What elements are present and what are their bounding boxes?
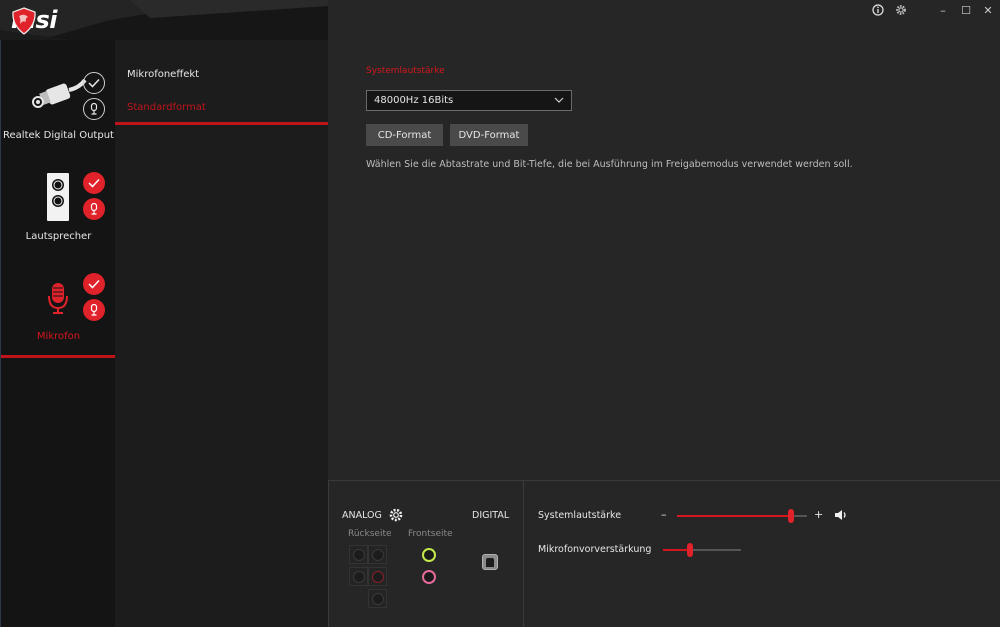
rear-jack[interactable] bbox=[368, 545, 387, 564]
device-mikrofon[interactable]: Mikrofon bbox=[1, 265, 116, 355]
rear-jack-mic-in[interactable] bbox=[368, 567, 387, 586]
submenu-item-mikrofoneffekt[interactable]: Mikrofoneffekt bbox=[127, 69, 199, 80]
msi-logo: msi bbox=[11, 7, 58, 35]
info-button[interactable] bbox=[870, 2, 886, 18]
system-volume-label: Systemlautstärke bbox=[538, 510, 622, 521]
active-submenu-indicator bbox=[115, 122, 328, 125]
default-communication-mic-button[interactable] bbox=[83, 198, 105, 220]
jack-port-icon bbox=[371, 592, 384, 605]
format-description: Wählen Sie die Abtastrate und Bit-Tiefe,… bbox=[366, 159, 853, 170]
check-icon bbox=[88, 279, 100, 289]
device-label: Realtek Digital Output bbox=[3, 130, 114, 141]
front-headphone-jack[interactable] bbox=[422, 548, 436, 562]
mic-boost-label: Mikrofonvorverstärkung bbox=[538, 544, 652, 555]
device-label: Mikrofon bbox=[36, 331, 81, 342]
active-device-indicator bbox=[1, 355, 116, 358]
submenu-panel: Mikrofoneffekt Standardformat bbox=[115, 0, 328, 627]
speaker-icon bbox=[47, 173, 69, 221]
format-select[interactable]: 48000Hz 16Bits bbox=[366, 90, 572, 111]
default-communication-mic-button[interactable] bbox=[83, 98, 105, 120]
slider-fill bbox=[677, 515, 792, 517]
info-icon bbox=[872, 4, 884, 16]
jack-port-icon bbox=[371, 548, 384, 561]
slider-thumb[interactable] bbox=[687, 543, 694, 557]
jack-port-icon bbox=[352, 570, 365, 583]
volume-decrease-button[interactable]: – bbox=[661, 508, 667, 521]
default-device-check-button[interactable] bbox=[83, 273, 105, 295]
header-banner: msi bbox=[0, 0, 328, 40]
rear-jack[interactable] bbox=[349, 545, 368, 564]
mic-boost-slider[interactable] bbox=[663, 543, 741, 557]
settings-button[interactable] bbox=[893, 2, 909, 18]
default-communication-mic-button[interactable] bbox=[83, 299, 105, 321]
check-icon bbox=[88, 178, 100, 188]
mic-small-icon bbox=[90, 304, 98, 316]
mic-small-icon bbox=[90, 103, 98, 115]
volume-increase-button[interactable]: + bbox=[814, 508, 823, 521]
bottom-panel: ANALOG DIGITAL Rückseite Frontseite Syst… bbox=[328, 480, 1000, 627]
jack-port-icon bbox=[371, 570, 384, 583]
submenu-item-standardformat[interactable]: Standardformat bbox=[127, 102, 206, 113]
rear-jack[interactable] bbox=[349, 567, 368, 586]
chevron-down-icon bbox=[554, 97, 564, 103]
slider-fill bbox=[663, 549, 691, 551]
device-lautsprecher[interactable]: Lautsprecher bbox=[1, 165, 116, 255]
close-button[interactable]: ✕ bbox=[980, 2, 996, 18]
minimize-button[interactable]: – bbox=[935, 2, 951, 18]
front-label: Frontseite bbox=[408, 529, 453, 539]
gear-icon bbox=[896, 5, 906, 15]
dvd-format-button[interactable]: DVD-Format bbox=[450, 124, 528, 146]
check-icon bbox=[88, 78, 100, 88]
device-sidebar: Realtek Digital Output Lautsprecher Mikr… bbox=[0, 0, 116, 627]
slider-thumb[interactable] bbox=[788, 509, 795, 523]
device-realtek-digital-output[interactable]: Realtek Digital Output bbox=[1, 60, 116, 155]
rear-label: Rückseite bbox=[348, 529, 392, 539]
optical-cable-icon bbox=[32, 78, 87, 108]
analog-label: ANALOG bbox=[342, 510, 382, 521]
default-device-check-button[interactable] bbox=[83, 172, 105, 194]
bottom-divider bbox=[523, 481, 524, 627]
mic-small-icon bbox=[90, 203, 98, 215]
cd-format-button[interactable]: CD-Format bbox=[366, 124, 443, 146]
front-mic-jack[interactable] bbox=[422, 570, 436, 584]
maximize-button[interactable]: ☐ bbox=[958, 2, 974, 18]
device-label: Lautsprecher bbox=[25, 231, 92, 242]
rear-jack[interactable] bbox=[368, 589, 387, 608]
digital-label: DIGITAL bbox=[472, 510, 510, 521]
dragon-shield-icon bbox=[12, 7, 36, 35]
jack-port-icon bbox=[352, 548, 365, 561]
format-select-value: 48000Hz 16Bits bbox=[374, 95, 454, 106]
default-device-check-button[interactable] bbox=[83, 72, 105, 94]
system-volume-slider[interactable] bbox=[677, 509, 807, 523]
analog-settings-gear-icon[interactable] bbox=[389, 508, 403, 522]
optical-port-icon[interactable] bbox=[482, 554, 498, 570]
microphone-icon bbox=[48, 283, 68, 314]
speaker-volume-icon[interactable] bbox=[834, 509, 848, 521]
section-title: Systemlautstärke bbox=[366, 66, 445, 76]
main-panel: – ☐ ✕ Systemlautstärke 48000Hz 16Bits CD… bbox=[328, 0, 1000, 480]
